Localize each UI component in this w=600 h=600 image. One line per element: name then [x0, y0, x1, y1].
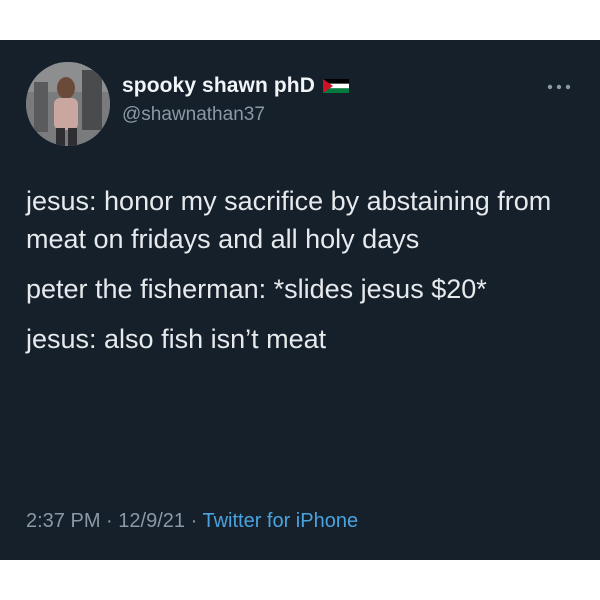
- author-info: spooky shawn phD @shawnathan37: [122, 74, 349, 126]
- tweet-line: jesus: honor my sacrifice by abstaining …: [26, 186, 552, 254]
- tweet-card: spooky shawn phD @shawnathan37 jesus: ho…: [0, 40, 600, 560]
- separator: ·: [190, 510, 198, 532]
- avatar-photo: [26, 62, 110, 146]
- avatar[interactable]: [26, 62, 110, 146]
- tweet-text: jesus: honor my sacrifice by abstaining …: [26, 182, 586, 370]
- tweet-line: peter the fisherman: *slides jesus $20*: [26, 274, 487, 304]
- palestine-flag-icon: [322, 79, 349, 93]
- tweet-source-link[interactable]: Twitter for iPhone: [202, 510, 358, 532]
- more-horizontal-icon[interactable]: [544, 80, 574, 94]
- tweet-line: jesus: also fish isn’t meat: [26, 324, 327, 354]
- user-handle[interactable]: @shawnathan37: [122, 104, 349, 126]
- tweet-metadata: 2:37 PM · 12/9/21 · Twitter for iPhone: [26, 510, 358, 533]
- tweet-time[interactable]: 2:37 PM: [26, 510, 100, 532]
- tweet-date[interactable]: 12/9/21: [118, 510, 185, 532]
- display-name[interactable]: spooky shawn phD: [122, 74, 315, 98]
- tweet-header: spooky shawn phD @shawnathan37: [26, 62, 586, 152]
- separator: ·: [106, 510, 113, 532]
